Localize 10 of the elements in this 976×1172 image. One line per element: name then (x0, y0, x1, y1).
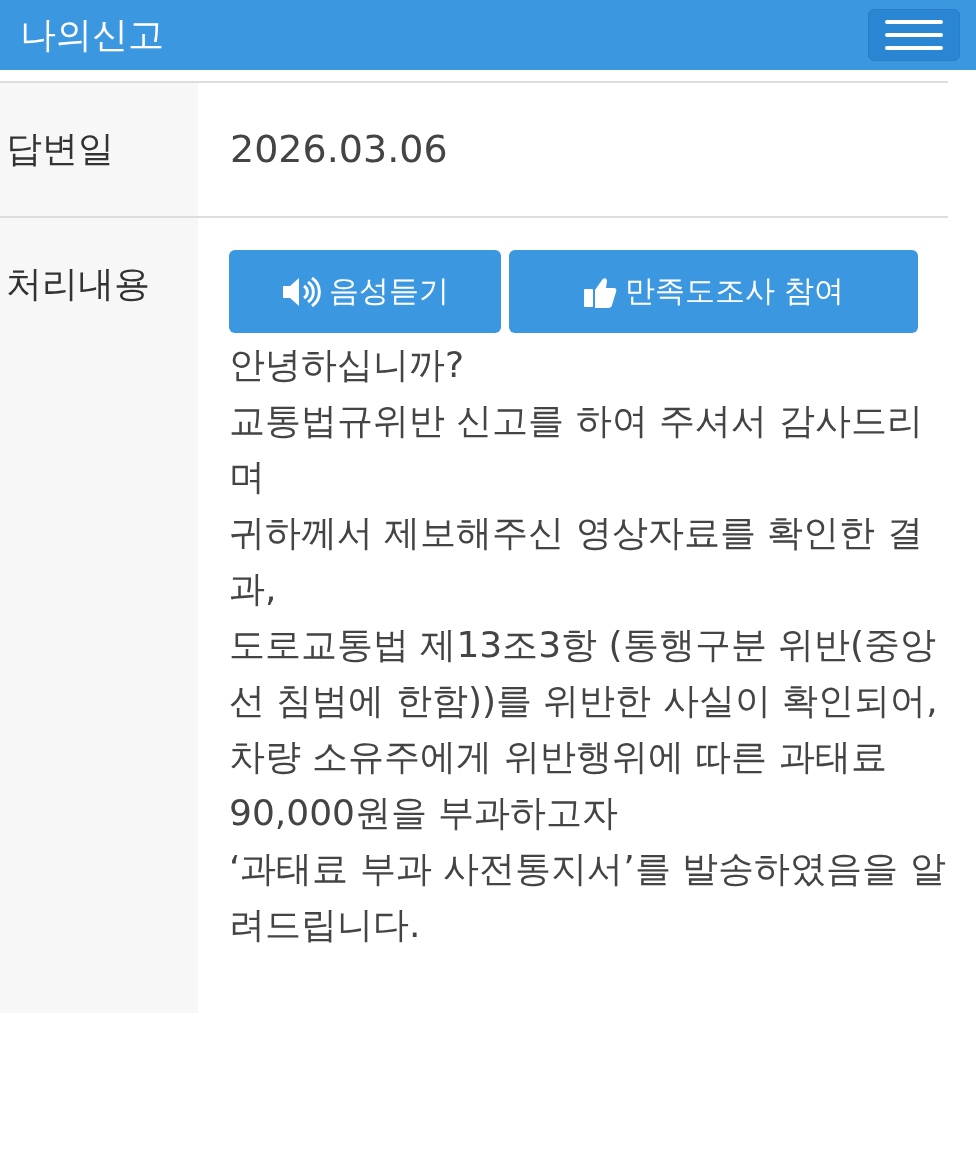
menu-button[interactable] (868, 9, 960, 61)
survey-button[interactable]: 만족도조사 참여 (509, 250, 918, 333)
listen-button[interactable]: 음성듣기 (229, 250, 501, 333)
field-label: 처리내용 (0, 218, 198, 1013)
answer-date: 2026.03.06 (229, 126, 449, 173)
page-title: 나의신고 (20, 12, 164, 57)
field-label: 답변일 (0, 83, 198, 216)
speaker-icon (281, 274, 321, 309)
menu-icon (885, 20, 943, 50)
message-text: 안녕하십니까? 교통법규위반 신고를 하여 주셔서 감사드리며 귀하께서 제보해주신 영상자료를 확인한 결과, 도로교통법 제13조3항 (통행구분 위반(중앙선 침범에 한함))를 위반한 사실이 확인되어, 차량 소유주에게 위반행위에 따른 과태료 90,000원을 부과하고자 ‘과태료 부과 사전통지서’를 발송하였음을 알려드립니다. (229, 343, 947, 947)
